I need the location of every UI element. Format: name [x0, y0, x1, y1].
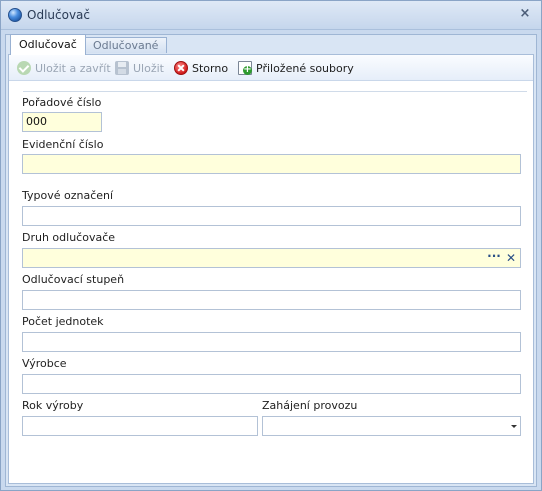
- odlucovaci-stupen-label: Odlučovací stupeň: [22, 273, 125, 286]
- save-close-button[interactable]: Uložit a zavřít: [17, 60, 111, 76]
- poradove-cislo-field[interactable]: 000: [22, 112, 102, 132]
- save-label: Uložit: [133, 61, 164, 75]
- ellipsis-icon[interactable]: ···: [486, 249, 502, 267]
- rok-vyroby-field[interactable]: [22, 416, 258, 436]
- poradove-cislo-label: Pořadové číslo: [22, 96, 102, 109]
- tab-panel: Odlučovač Odlučované ZL Uložit a zavřít …: [5, 34, 537, 487]
- tab-content: Uložit a zavřít Uložit Storno Přiložené …: [8, 54, 534, 484]
- dialog-window: Odlučovač × Odlučovač Odlučované ZL Ulož…: [0, 0, 542, 491]
- vyrobce-field[interactable]: [22, 374, 521, 394]
- rok-vyroby-label: Rok výroby: [22, 399, 84, 412]
- typove-oznaceni-label: Typové označení: [22, 189, 114, 202]
- druh-odlucovace-field[interactable]: ··· ✕: [22, 248, 521, 268]
- save-button[interactable]: Uložit: [115, 60, 164, 76]
- chevron-down-icon[interactable]: [511, 425, 517, 428]
- odlucovaci-stupen-field[interactable]: [22, 290, 521, 310]
- pocet-jednotek-label: Počet jednotek: [22, 315, 104, 328]
- attachments-label: Přiložené soubory: [256, 61, 354, 75]
- cancel-label: Storno: [192, 61, 229, 75]
- zahajeni-provozu-dropdown[interactable]: [262, 416, 521, 436]
- pocet-jednotek-field[interactable]: [22, 332, 521, 352]
- tab-odlucovane-zl[interactable]: Odlučované ZL: [84, 37, 168, 67]
- vyrobce-label: Výrobce: [22, 357, 67, 370]
- clear-icon[interactable]: ✕: [504, 249, 518, 267]
- globe-icon: [8, 8, 22, 22]
- typove-oznaceni-field[interactable]: [22, 206, 521, 226]
- close-icon[interactable]: ×: [518, 7, 532, 21]
- evidencni-cislo-field[interactable]: [22, 154, 521, 174]
- cancel-icon: [174, 61, 188, 75]
- cancel-button[interactable]: Storno: [174, 60, 228, 76]
- druh-odlucovace-label: Druh odlučovače: [22, 231, 116, 244]
- attachments-button[interactable]: Přiložené soubory: [238, 60, 354, 76]
- title-bar[interactable]: Odlučovač ×: [1, 1, 541, 30]
- toolbar: Uložit a zavřít Uložit Storno Přiložené …: [9, 55, 533, 81]
- check-icon: [17, 61, 31, 75]
- attachment-icon: [238, 61, 252, 75]
- save-close-label: Uložit a zavřít: [35, 61, 111, 75]
- disk-icon: [115, 61, 129, 75]
- zahajeni-provozu-label: Zahájení provozu: [262, 399, 358, 412]
- tab-odlucovac[interactable]: Odlučovač: [10, 34, 86, 55]
- evidencni-cislo-label: Evidenční číslo: [22, 138, 104, 151]
- window-title: Odlučovač: [27, 8, 90, 22]
- toolbar-separator: [23, 91, 527, 92]
